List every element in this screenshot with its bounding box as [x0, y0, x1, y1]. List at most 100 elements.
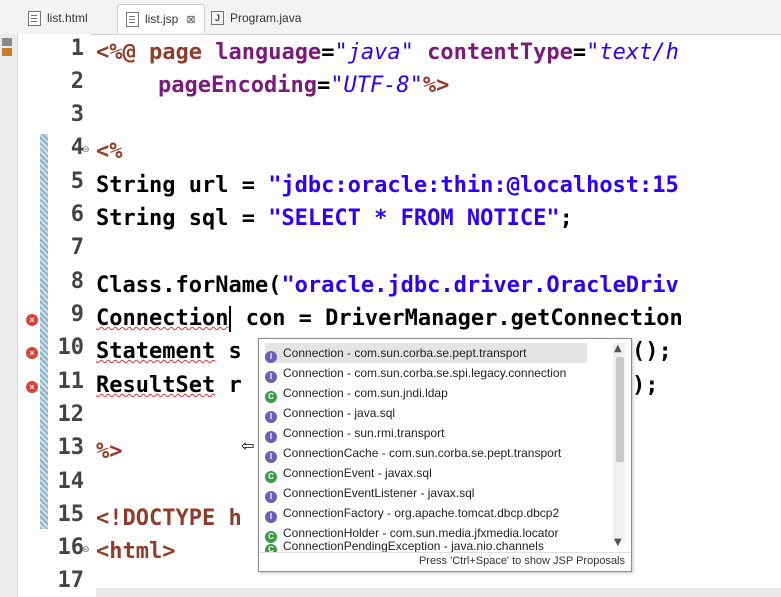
java-file-icon: J: [211, 11, 224, 25]
code-line-8: Class.forName("oracle.jdbc.driver.Oracle…: [96, 269, 679, 302]
class-icon: C: [265, 544, 277, 552]
jsp-directive-close: %>: [422, 73, 450, 98]
string-literal: "oracle.jdbc.driver.OracleDriv: [281, 273, 679, 298]
interface-icon: I: [265, 491, 277, 503]
proposal-label: ConnectionPendingException - java.nio.ch…: [283, 540, 544, 552]
proposal-item[interactable]: I Connection - sun.rmi.transport: [265, 423, 587, 443]
class-icon: C: [265, 391, 277, 403]
code-text: String sql =: [96, 206, 269, 231]
interface-icon: I: [265, 431, 277, 443]
attribute-name: language: [215, 40, 322, 65]
tab-label: list.html: [47, 11, 88, 25]
content-assist-popup[interactable]: I Connection - com.sun.corba.se.pept.tran…: [258, 338, 632, 572]
code-line-15: <!DOCTYPE h: [96, 506, 242, 531]
proposal-item[interactable]: I ConnectionCache - com.sun.corba.se.pept…: [265, 443, 587, 463]
horizontal-scrollbar[interactable]: [96, 588, 781, 597]
close-tab-icon[interactable]: ⊠: [186, 13, 195, 26]
scroll-down-icon[interactable]: ▼: [614, 537, 622, 548]
proposal-label: ConnectionHolder - com.sun.media.jfxmedi…: [283, 526, 559, 540]
proposal-label: Connection - com.sun.corba.se.spi.legacy…: [283, 366, 567, 380]
attribute-value: "UTF-8": [330, 73, 423, 98]
line-number: 1: [70, 36, 84, 61]
tab-list-html[interactable]: list.html: [28, 4, 88, 32]
attribute-value: "java": [334, 40, 414, 65]
tab-label: Program.java: [230, 11, 302, 25]
line-number: 4: [70, 135, 84, 160]
line-number: 7: [70, 235, 84, 260]
tab-list-jsp[interactable]: list.jsp ⊠: [117, 4, 205, 33]
code-line-9: Connection con = DriverManager.getConnec…: [96, 302, 683, 335]
code-line-13: %>: [96, 439, 123, 464]
directive-keyword: page: [148, 40, 216, 65]
proposal-label: ConnectionCache - com.sun.corba.se.pept.…: [283, 446, 562, 460]
proposal-item[interactable]: I ConnectionFactory - org.apache.tomcat.d…: [265, 503, 587, 523]
code-text: con = DriverManager.getConnection: [232, 306, 683, 331]
code-line-6: String sql = "SELECT * FROM NOTICE";: [96, 202, 573, 235]
tab-program-java[interactable]: J Program.java: [211, 4, 301, 32]
error-token: Statement: [96, 339, 216, 364]
error-marker-icon[interactable]: ×: [26, 347, 38, 359]
toolbar-icon[interactable]: [2, 38, 12, 46]
code-text: r: [215, 373, 242, 398]
line-number: 3: [70, 102, 84, 127]
code-line-4: <%: [96, 139, 123, 164]
error-marker-icon[interactable]: ×: [26, 314, 38, 326]
equals-sign: =: [316, 73, 331, 98]
string-literal: "jdbc:oracle:thin:@localhost:15: [268, 173, 679, 198]
proposal-item[interactable]: C ConnectionEvent - javax.sql: [265, 463, 587, 483]
proposal-item[interactable]: C ConnectionPendingException - java.nio.c…: [265, 540, 587, 552]
line-number-gutter: 1 2 3 4 ⊖ 5 6 7 8 9 × 10 × 11 × 12 13 14…: [18, 34, 90, 597]
error-token: Connection: [96, 306, 229, 331]
line-number: 8: [70, 269, 84, 294]
fold-toggle-icon[interactable]: ⊖: [82, 545, 90, 555]
code-text: ;: [559, 206, 573, 231]
tab-label: list.jsp: [145, 12, 179, 26]
attribute-name: pageEncoding: [158, 73, 317, 98]
toolbar-icon[interactable]: [2, 48, 12, 56]
interface-icon: I: [265, 511, 277, 523]
proposal-item[interactable]: I ConnectionEventListener - javax.sql: [265, 483, 587, 503]
proposal-item[interactable]: I Connection - com.sun.corba.se.pept.tran…: [265, 343, 587, 363]
scroll-up-icon[interactable]: ▲: [614, 343, 622, 354]
proposal-label: Connection - sun.rmi.transport: [283, 426, 445, 440]
editor-tab-bar: list.html list.jsp ⊠ J Program.java: [0, 0, 781, 35]
line-number: 5: [70, 169, 84, 194]
attribute-value: "text/h: [586, 40, 679, 65]
proposal-item[interactable]: I Connection - com.sun.corba.se.spi.legac…: [265, 363, 587, 383]
proposal-label: ConnectionFactory - org.apache.tomcat.db…: [283, 506, 560, 520]
line-number: 16: [57, 535, 85, 560]
fold-toggle-icon[interactable]: ⊖: [82, 145, 90, 155]
proposal-label: Connection - com.sun.corba.se.pept.trans…: [283, 346, 527, 360]
error-marker-icon[interactable]: ×: [26, 381, 38, 393]
class-icon: C: [265, 471, 277, 483]
code-line-1: <%@ page language="java" contentType="te…: [96, 36, 679, 69]
string-literal: "SELECT * FROM NOTICE": [268, 206, 560, 231]
jsp-file-icon: [126, 11, 139, 27]
code-line-10-tail: ();: [632, 339, 672, 364]
mouse-pointer-icon: ⇦: [241, 436, 255, 455]
html-file-icon: [28, 10, 41, 26]
code-line-5: String url = "jdbc:oracle:thin:@localhos…: [96, 169, 679, 202]
code-text: Class.forName(: [96, 273, 282, 298]
proposal-label: ConnectionEvent - javax.sql: [283, 466, 432, 480]
code-text: s: [215, 339, 242, 364]
proposal-label: Connection - com.sun.jndi.ldap: [283, 386, 448, 400]
equals-sign: =: [572, 40, 587, 65]
line-number: 6: [70, 202, 84, 227]
interface-icon: I: [265, 411, 277, 423]
line-number: 12: [57, 402, 85, 427]
proposal-item[interactable]: C Connection - com.sun.jndi.ldap: [265, 383, 587, 403]
interface-icon: I: [265, 351, 277, 363]
line-number: 2: [70, 69, 84, 94]
line-number: 13: [57, 435, 85, 460]
code-text: String url =: [96, 173, 269, 198]
code-line-10: Statement s: [96, 335, 242, 368]
jsp-directive-open: <%@: [96, 40, 149, 65]
equals-sign: =: [321, 40, 335, 65]
attribute-name: contentType: [427, 40, 573, 65]
line-number: 14: [57, 469, 85, 494]
proposal-item[interactable]: I Connection - java.sql: [265, 403, 587, 423]
popup-scrollbar-thumb[interactable]: [616, 357, 624, 462]
left-toolbar-strip: [0, 34, 18, 597]
